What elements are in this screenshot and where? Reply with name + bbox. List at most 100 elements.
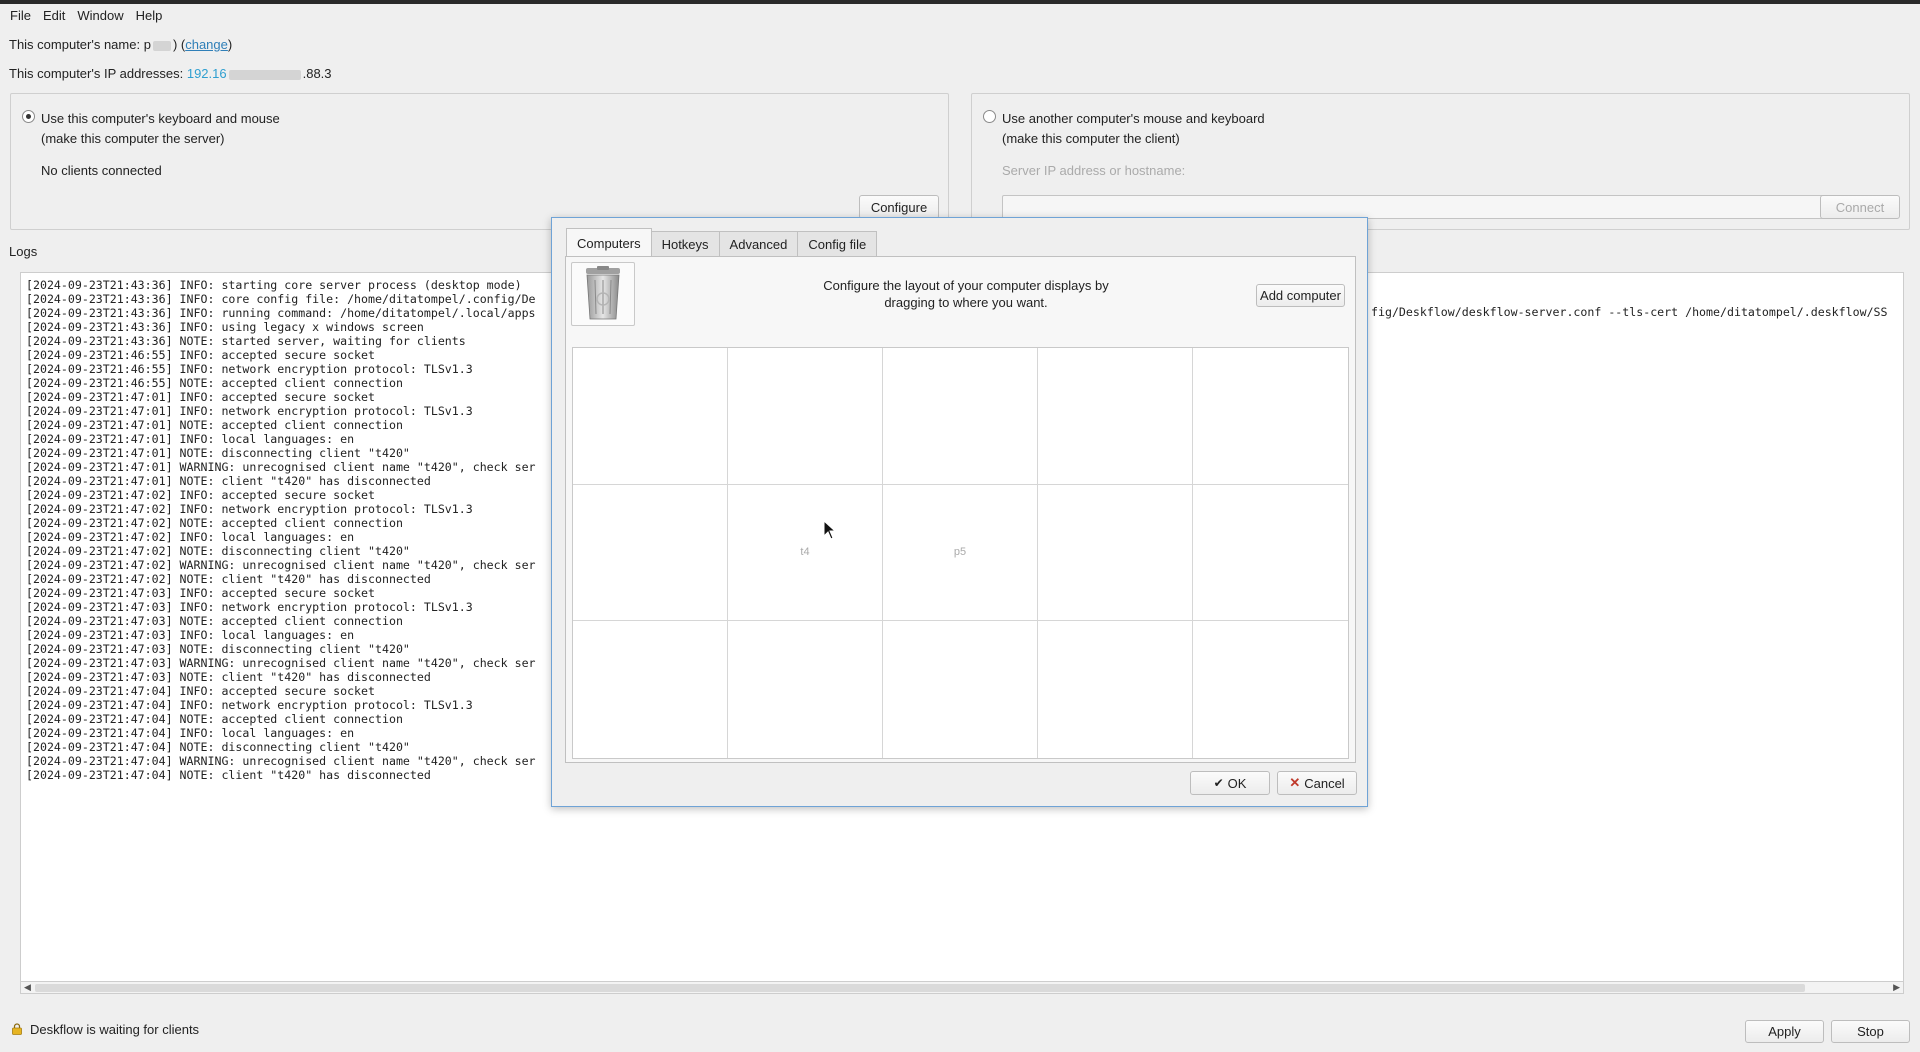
log-line: [2024-09-23T21:43:36] INFO: running comm… (26, 306, 536, 320)
screen-grid-cell[interactable] (728, 621, 883, 758)
logs-horizontal-scrollbar[interactable]: ◀ ▶ (20, 981, 1904, 994)
layout-instructions: Configure the layout of your computer di… (786, 277, 1146, 311)
server-radio-row[interactable]: Use this computer's keyboard and mouse (… (22, 109, 280, 149)
log-line: [2024-09-23T21:47:04] NOTE: accepted cli… (26, 712, 403, 726)
screen-grid-cell[interactable] (883, 348, 1038, 485)
log-line: [2024-09-23T21:47:03] NOTE: client "t420… (26, 670, 431, 684)
log-line: [2024-09-23T21:47:04] NOTE: disconnectin… (26, 740, 410, 754)
log-line: [2024-09-23T21:47:01] INFO: accepted sec… (26, 390, 376, 404)
trash-drop-area[interactable] (571, 262, 635, 326)
screen-name-label: t4 (800, 546, 810, 559)
log-line: [2024-09-23T21:46:55] INFO: network encr… (26, 362, 473, 376)
screen-grid-cell[interactable] (1193, 485, 1348, 622)
screen-grid-cell[interactable] (573, 484, 728, 622)
screen-layout-grid[interactable]: t4 p5 (572, 347, 1349, 759)
ip-addresses-line: This computer's IP addresses: 192.16 .88.… (9, 66, 332, 81)
log-line: [2024-09-23T21:46:55] INFO: accepted sec… (26, 348, 376, 362)
server-radio-label: Use this computer's keyboard and mouse (… (41, 109, 280, 149)
status-text: Deskflow is waiting for clients (30, 1022, 200, 1037)
screen-grid-cell[interactable] (728, 348, 883, 485)
tab-advanced[interactable]: Advanced (718, 231, 799, 257)
log-lines: [2024-09-23T21:43:36] INFO: starting cor… (26, 278, 536, 782)
ok-icon: ✔ (1213, 776, 1224, 790)
screen-grid-cell[interactable] (1038, 484, 1193, 622)
log-line: [2024-09-23T21:47:01] NOTE: client "t420… (26, 474, 431, 488)
ok-button[interactable]: ✔ OK (1190, 771, 1270, 795)
configure-button[interactable]: Configure (859, 195, 939, 219)
client-radio[interactable] (983, 110, 996, 123)
server-ip-input[interactable] (1002, 195, 1834, 219)
apply-button[interactable]: Apply (1745, 1020, 1824, 1043)
trash-icon (586, 266, 620, 320)
screen-grid-cell[interactable] (1038, 621, 1193, 758)
log-line: [2024-09-23T21:47:04] NOTE: client "t420… (26, 768, 431, 782)
tab-config-file[interactable]: Config file (797, 231, 878, 257)
mouse-cursor-icon (823, 520, 837, 540)
log-line: [2024-09-23T21:47:04] INFO: network encr… (26, 698, 473, 712)
log-line: [2024-09-23T21:47:02] NOTE: client "t420… (26, 572, 431, 586)
screen-grid-cell[interactable] (883, 621, 1038, 758)
server-radio-label-line2: (make this computer the server) (41, 131, 225, 146)
screen-grid-cell[interactable] (1193, 348, 1348, 485)
ip-label: This computer's IP addresses: (9, 66, 184, 81)
log-line: [2024-09-23T21:47:01] NOTE: accepted cli… (26, 418, 403, 432)
menu-window[interactable]: Window (73, 8, 131, 23)
change-name-link[interactable]: change (185, 37, 228, 52)
log-line: [2024-09-23T21:47:02] NOTE: accepted cli… (26, 516, 403, 530)
menu-file[interactable]: File (6, 8, 39, 23)
log-line: [2024-09-23T21:47:03] INFO: network encr… (26, 600, 473, 614)
log-line: [2024-09-23T21:43:36] INFO: using legacy… (26, 320, 424, 334)
cancel-button[interactable]: ✕ Cancel (1277, 771, 1357, 795)
computers-tab-panel: Configure the layout of your computer di… (565, 256, 1356, 763)
server-radio[interactable] (22, 110, 35, 123)
ok-button-label: OK (1227, 775, 1247, 791)
dialog-tab-bar: Computers Hotkeys Advanced Config file (566, 228, 878, 257)
screen-grid-cell[interactable] (573, 348, 728, 485)
log-line: [2024-09-23T21:47:02] INFO: accepted sec… (26, 488, 376, 502)
scroll-right-icon[interactable]: ▶ (1893, 982, 1900, 993)
log-line: [2024-09-23T21:47:04] WARNING: unrecogni… (26, 754, 536, 768)
scrollbar-thumb[interactable] (35, 984, 1805, 992)
screen-grid-cell[interactable]: t4 (728, 484, 883, 622)
client-radio-row[interactable]: Use another computer's mouse and keyboar… (983, 109, 1265, 149)
screen-name-label: p5 (953, 546, 967, 559)
log-line: [2024-09-23T21:47:03] NOTE: accepted cli… (26, 614, 403, 628)
stop-button[interactable]: Stop (1831, 1020, 1910, 1043)
add-computer-button[interactable]: Add computer (1256, 284, 1345, 307)
screen-grid-cell[interactable] (573, 621, 728, 758)
redacted-name (152, 40, 171, 51)
client-radio-label-line1: Use another computer's mouse and keyboar… (1002, 111, 1265, 126)
log-line: [2024-09-23T21:46:55] NOTE: accepted cli… (26, 376, 403, 390)
client-radio-label: Use another computer's mouse and keyboar… (1002, 109, 1265, 149)
tab-hotkeys[interactable]: Hotkeys (650, 231, 720, 257)
client-group: Use another computer's mouse and keyboar… (971, 93, 1910, 230)
computer-name-line: This computer's name: p ) (change) (9, 37, 232, 52)
scroll-left-icon[interactable]: ◀ (24, 982, 31, 993)
computer-name-paren: ) ( (172, 37, 186, 52)
lock-icon (12, 1023, 22, 1035)
clients-status: No clients connected (41, 163, 162, 178)
computer-name-prefix: This computer's name: p (9, 37, 151, 52)
menu-help[interactable]: Help (132, 8, 171, 23)
log-right-fragment: fig/Deskflow/deskflow-server.conf --tls-… (1371, 305, 1888, 319)
log-line: [2024-09-23T21:47:01] INFO: network encr… (26, 404, 473, 418)
log-line: [2024-09-23T21:47:04] INFO: local langua… (26, 726, 355, 740)
cancel-icon: ✕ (1289, 775, 1301, 790)
computer-name-close-paren: ) (227, 37, 233, 52)
server-radio-label-line1: Use this computer's keyboard and mouse (41, 111, 280, 126)
menu-edit[interactable]: Edit (39, 8, 73, 23)
log-line: [2024-09-23T21:43:36] INFO: starting cor… (26, 278, 522, 292)
screen-grid-cell[interactable]: p5 (883, 484, 1038, 622)
log-line: [2024-09-23T21:43:36] NOTE: started serv… (26, 334, 466, 348)
log-line: [2024-09-23T21:47:03] NOTE: disconnectin… (26, 642, 410, 656)
screen-grid-cell[interactable] (1193, 621, 1348, 758)
tab-computers[interactable]: Computers (566, 228, 652, 257)
server-group: Use this computer's keyboard and mouse (… (10, 93, 949, 230)
screen-grid-cell[interactable] (1038, 348, 1193, 485)
connect-button[interactable]: Connect (1820, 195, 1900, 219)
log-line: [2024-09-23T21:47:03] WARNING: unrecogni… (26, 656, 536, 670)
instructions-line2: dragging to where you want. (884, 295, 1048, 310)
menu-bar: File Edit Window Help (0, 4, 1920, 26)
log-line: [2024-09-23T21:47:02] INFO: local langua… (26, 530, 355, 544)
redacted-ip (228, 69, 301, 80)
